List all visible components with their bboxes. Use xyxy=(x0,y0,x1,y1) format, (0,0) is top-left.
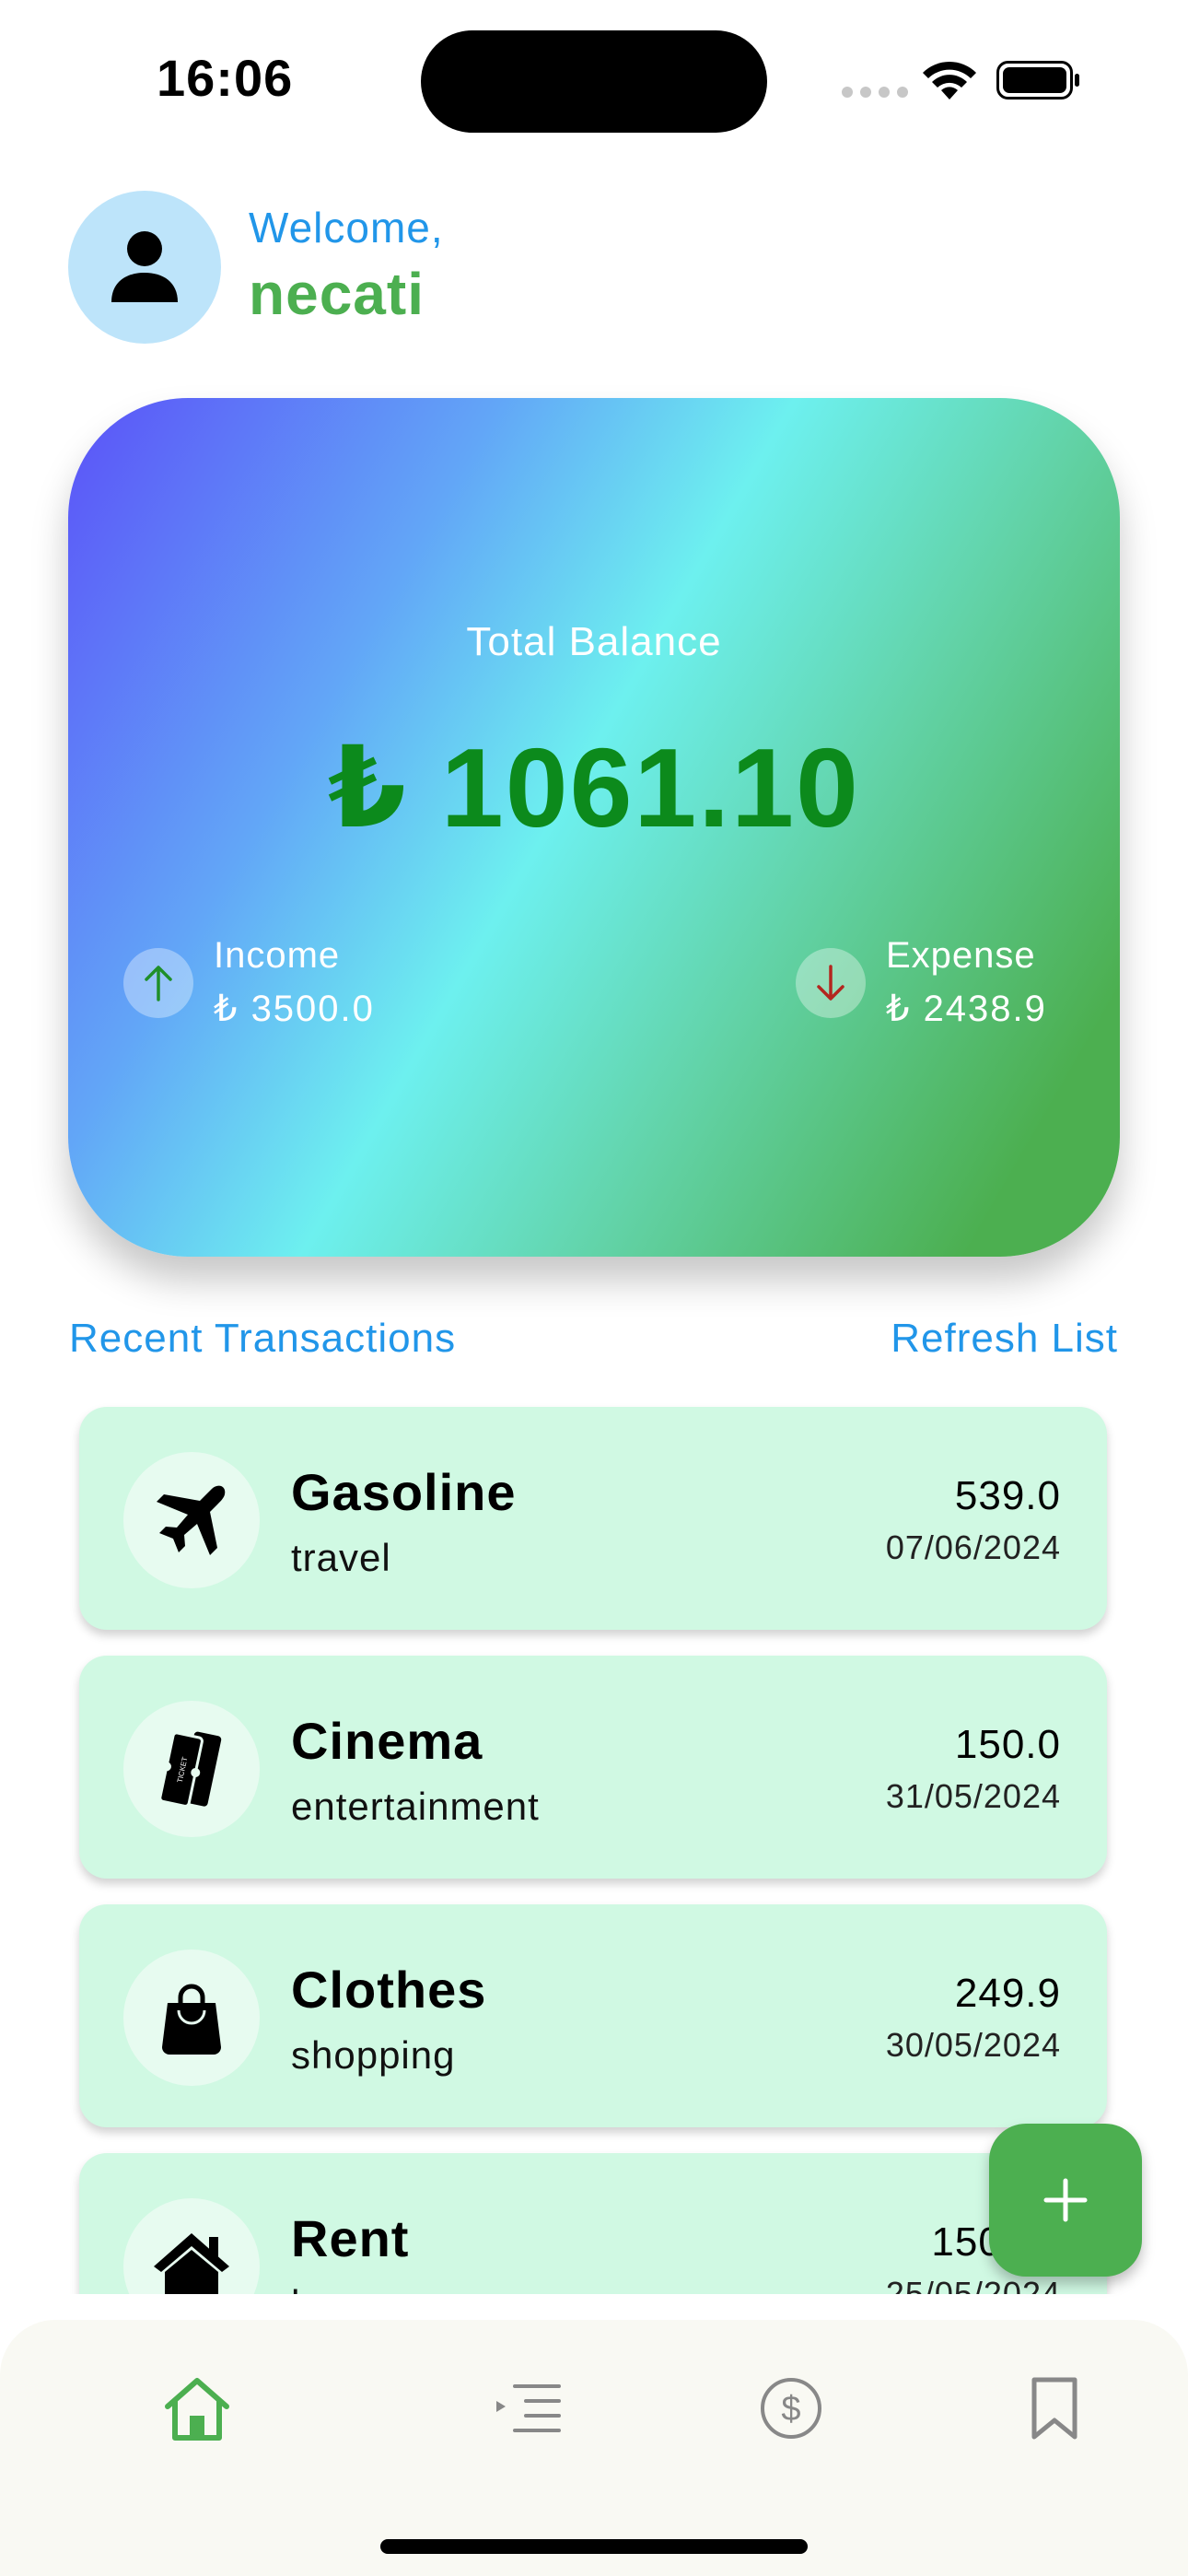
transaction-amount: 249.9 xyxy=(954,1971,1061,2016)
transaction-item[interactable]: Gasoline travel 539.0 07/06/2024 xyxy=(79,1407,1107,1630)
income-label: Income xyxy=(214,935,341,976)
expense-label: Expense xyxy=(886,935,1036,976)
plus-icon xyxy=(1043,2178,1088,2222)
nav-budget[interactable]: $ xyxy=(747,2364,835,2453)
dollar-icon: $ xyxy=(761,2378,821,2439)
transaction-amount: 539.0 xyxy=(954,1473,1061,1518)
transaction-name: Cinema xyxy=(291,1712,483,1770)
status-time: 16:06 xyxy=(157,49,294,107)
total-balance-label: Total Balance xyxy=(466,619,722,664)
airplane-icon xyxy=(123,1452,260,1588)
transaction-category: home xyxy=(291,2282,391,2294)
transaction-category: travel xyxy=(291,1536,391,1579)
transaction-date: 25/05/2024 xyxy=(885,2275,1061,2294)
transaction-name: Gasoline xyxy=(291,1463,517,1521)
home-icon xyxy=(165,2378,229,2441)
shopping-bag-icon xyxy=(123,1950,260,2086)
add-transaction-button[interactable] xyxy=(989,2124,1142,2277)
transaction-item[interactable]: TICKET Cinema entertainment 150.0 31/05/… xyxy=(79,1656,1107,1879)
refresh-list-button[interactable]: Refresh List xyxy=(891,1316,1118,1362)
battery-icon xyxy=(996,61,1079,100)
status-bar: 16:06 xyxy=(0,0,1188,157)
transaction-name: Rent xyxy=(291,2209,410,2267)
transaction-amount: 150.0 xyxy=(954,1722,1061,1767)
transaction-category: shopping xyxy=(291,2033,456,2077)
transaction-date: 07/06/2024 xyxy=(885,1528,1061,1566)
nav-saved[interactable] xyxy=(1010,2364,1099,2453)
ticket-icon: TICKET xyxy=(123,1701,260,1837)
dynamic-island xyxy=(421,30,767,133)
wifi-icon xyxy=(923,61,976,100)
svg-text:$: $ xyxy=(781,2390,800,2429)
arrow-down-icon xyxy=(796,947,866,1018)
cellular-signal-icon xyxy=(842,87,908,98)
income-value: ₺ 3500.0 xyxy=(214,989,375,1029)
transaction-item[interactable]: Rent home 1500.0 25/05/2024 xyxy=(79,2153,1107,2294)
list-icon xyxy=(496,2384,561,2432)
house-icon xyxy=(123,2198,260,2294)
income-summary: Income ₺ 3500.0 xyxy=(123,935,375,1030)
avatar[interactable] xyxy=(68,191,221,344)
transaction-category: entertainment xyxy=(291,1785,540,1828)
recent-transactions-title: Recent Transactions xyxy=(69,1316,457,1361)
nav-home[interactable] xyxy=(153,2364,241,2453)
person-icon xyxy=(111,231,178,302)
expense-summary: Expense ₺ 2438.9 xyxy=(796,935,1047,1030)
arrow-up-icon xyxy=(123,947,193,1018)
username-text: necati xyxy=(249,261,425,327)
total-balance-value: ₺ 1061.10 xyxy=(328,725,860,850)
home-indicator xyxy=(380,2539,808,2554)
transaction-name: Clothes xyxy=(291,1961,487,2019)
transaction-date: 31/05/2024 xyxy=(885,1777,1061,1815)
transaction-date: 30/05/2024 xyxy=(885,2026,1061,2064)
bottom-navigation: $ xyxy=(0,2320,1188,2576)
bookmark-icon xyxy=(1031,2377,1077,2440)
nav-transactions[interactable] xyxy=(483,2364,572,2453)
expense-value: ₺ 2438.9 xyxy=(886,989,1047,1029)
balance-card: Total Balance ₺ 1061.10 Income ₺ 3500.0 … xyxy=(68,398,1120,1257)
welcome-text: Welcome, xyxy=(249,204,444,252)
transaction-item[interactable]: Clothes shopping 249.9 30/05/2024 xyxy=(79,1904,1107,2127)
